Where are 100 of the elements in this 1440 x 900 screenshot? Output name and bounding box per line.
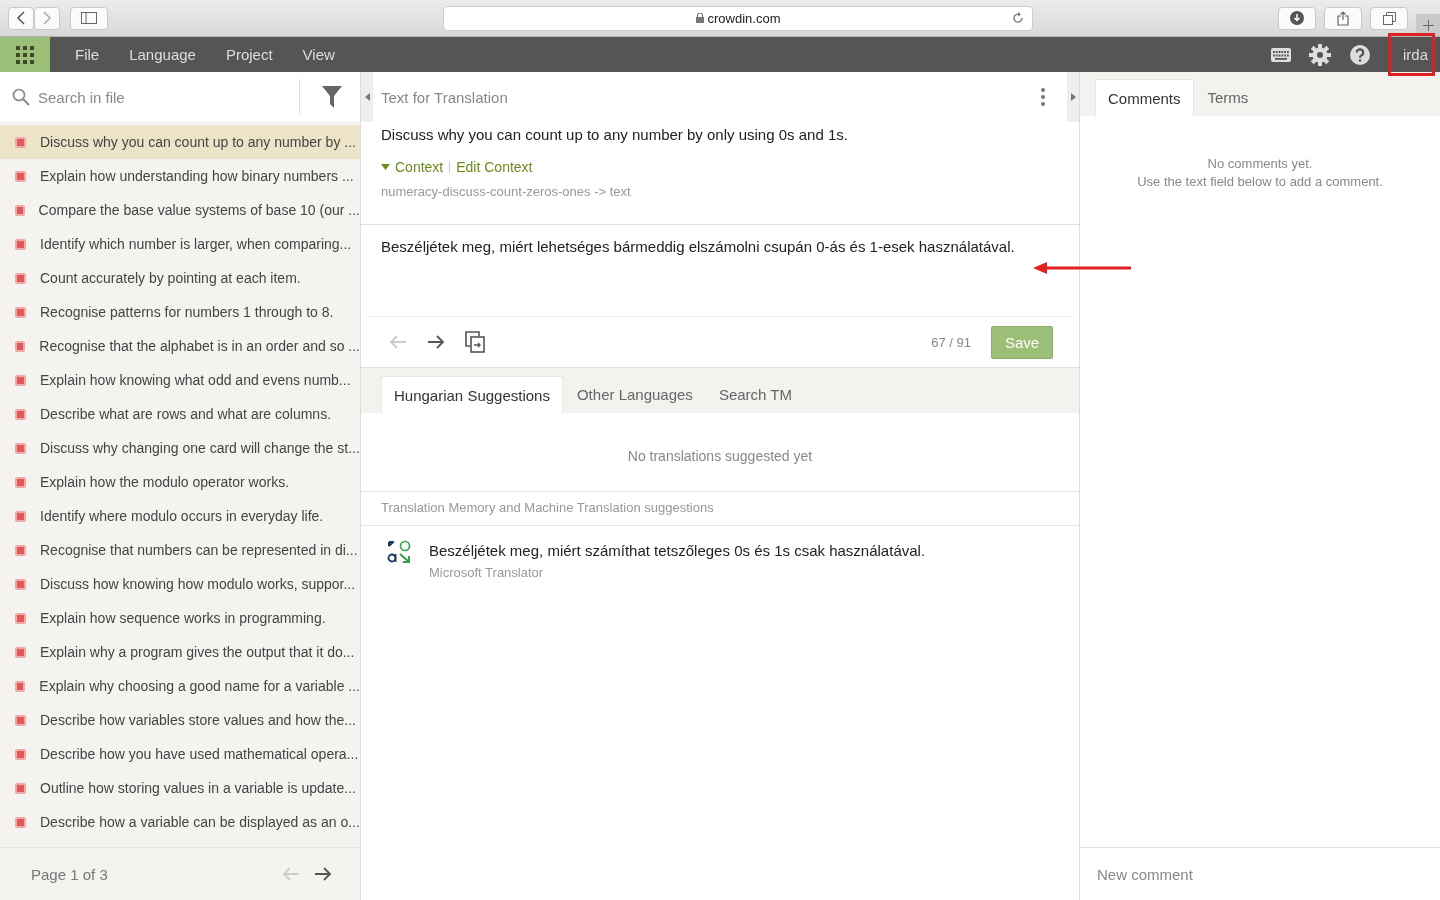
untranslated-status-icon [15,714,26,726]
untranslated-status-icon [15,544,26,556]
next-page-icon[interactable] [314,867,332,881]
address-text: crowdin.com [695,10,781,26]
menu-item[interactable]: Project [210,37,288,72]
edit-context-link[interactable]: Edit Context [456,159,533,175]
string-key: numeracy-discuss-count-zeros-ones -> text [381,184,1059,199]
reload-icon[interactable] [1012,11,1024,24]
apps-grid-button[interactable] [0,37,50,72]
grid-icon [16,45,34,64]
untranslated-status-icon [15,476,26,488]
collapse-left-handle[interactable] [361,72,373,122]
user-menu-button[interactable]: irda [1391,37,1440,72]
string-text: Discuss how knowing how modulo works, suppor... [40,576,356,592]
string-text: Describe how you have used mathematical opera... [40,746,359,762]
string-list-item[interactable]: Explain why a program gives the output that it do... [0,635,360,669]
page-indicator: Page 1 of 3 [31,865,108,883]
string-list-item[interactable]: Explain how knowing what odd and evens numb... [0,363,360,397]
untranslated-status-icon [15,816,26,828]
suggestion-text: Beszéljétek meg, miért számíthat tetszőleges 0s és 1s csak használatával. [429,542,926,559]
new-tab-button[interactable] [1416,14,1440,36]
string-text: Explain why a program gives the output that it do... [40,644,355,660]
tabs-icon [1382,11,1396,25]
keyboard-icon[interactable] [1271,47,1291,62]
triangle-right-icon [1070,93,1076,101]
panel-tab[interactable]: Terms [1195,79,1261,116]
download-button[interactable] [1278,6,1316,30]
untranslated-status-icon [15,272,26,284]
string-text: Outline how storing values in a variable is update... [40,780,356,796]
address-bar[interactable]: crowdin.com [443,5,1033,31]
string-list-item[interactable]: Describe how a variable can be displayed as an o... [0,805,360,839]
untranslated-status-icon [15,238,26,250]
tabs-button[interactable] [1370,6,1408,30]
lock-icon [695,13,704,23]
menu-item[interactable]: View [287,37,350,72]
string-text: Compare the base value systems of base 10 (our ... [38,202,360,218]
suggestion-tab[interactable]: Search TM [706,376,804,413]
next-string-icon[interactable] [427,335,445,349]
download-icon [1290,11,1304,25]
context-toggle[interactable]: Context [381,159,444,175]
empty-message: No comments yet. [1207,156,1313,171]
untranslated-status-icon [15,646,26,658]
string-text: Identify which number is larger, when comparing... [40,236,352,252]
suggestion-tab[interactable]: Other Languages [564,376,705,413]
string-text: Explain how sequence works in programming. [40,610,326,626]
help-icon[interactable] [1349,43,1371,66]
untranslated-status-icon [15,782,26,794]
copy-source-icon[interactable] [465,331,485,353]
string-text: Recognise that numbers can be represented in di... [40,542,358,558]
string-text: Discuss why changing one card will change the st... [40,440,360,456]
string-list-item[interactable]: Discuss how knowing how modulo works, suppor... [0,567,360,601]
string-list-item[interactable]: Identify where modulo occurs in everyday life. [0,499,360,533]
string-text: Describe how variables store values and how the... [40,712,356,728]
string-list-item[interactable]: Compare the base value systems of base 10 (our ... [0,193,360,227]
string-list-item[interactable]: Recognise that numbers can be represented in di... [0,533,360,567]
untranslated-status-icon [15,340,26,352]
settings-icon[interactable] [1309,43,1331,66]
untranslated-status-icon [15,510,26,522]
source-text: Discuss why you can count up to any number by only using 0s and 1s. [381,126,849,143]
collapse-right-handle[interactable] [1067,72,1079,122]
string-list-item[interactable]: Recognise patterns for numbers 1 through to 8. [0,295,360,329]
string-list-item[interactable]: Count accurately by pointing at each item. [0,261,360,295]
untranslated-status-icon [15,374,26,386]
string-text: Explain how the modulo operator works. [40,474,290,490]
string-list-item[interactable]: Describe how variables store values and how the... [0,703,360,737]
panel-tab[interactable]: Comments [1095,79,1194,116]
more-options-icon[interactable] [1041,88,1045,106]
string-list-item[interactable]: Explain how understanding how binary numbers ... [0,159,360,193]
string-list-item[interactable]: Identify which number is larger, when comparing... [0,227,360,261]
suggestion-tab[interactable]: Hungarian Suggestions [381,376,563,413]
string-text: Explain why choosing a good name for a variable ... [39,678,360,694]
string-list-item[interactable]: Describe how you have used mathematical opera... [0,737,360,771]
empty-message: No translations suggested yet [361,413,1079,492]
untranslated-status-icon [15,442,26,454]
untranslated-status-icon [15,408,26,420]
string-text: Recognise that the alphabet is in an order and so ... [39,338,360,354]
string-list-item[interactable]: Describe what are rows and what are columns. [0,397,360,431]
share-button[interactable] [1324,6,1362,30]
string-list-item[interactable]: Outline how storing values in a variable is update... [0,771,360,805]
back-chevron-icon [16,11,26,25]
string-text: Recognise patterns for numbers 1 through to 8. [40,304,334,320]
search-icon [12,88,30,106]
menu-item[interactable]: File [60,37,115,72]
tm-suggestion[interactable]: Beszéljétek meg, miért számíthat tetszőleges 0s és 1s csak használatával. Microsoft Translator [361,526,1079,580]
string-list-item[interactable]: Explain why choosing a good name for a variable ... [0,669,360,703]
back-button[interactable] [8,6,34,30]
filter-icon[interactable] [322,86,342,108]
string-list-item[interactable]: Discuss why changing one card will change the st... [0,431,360,465]
string-text: Count accurately by pointing at each item. [40,270,301,286]
string-list-item[interactable]: Discuss why you can count up to any number by ... [0,125,360,159]
empty-message: Use the text field below to add a comment. [1137,174,1383,189]
untranslated-status-icon [15,680,26,692]
string-list-item[interactable]: Recognise that the alphabet is in an order and so ... [0,329,360,363]
string-list-item[interactable]: Explain how the modulo operator works. [0,465,360,499]
translator-icon [387,540,411,564]
string-list-item[interactable]: Explain how sequence works in programming. [0,601,360,635]
string-text: Discuss why you can count up to any number by ... [40,134,356,150]
string-text: Explain how knowing what odd and evens numb... [40,372,351,388]
sidebar-toggle-button[interactable] [70,6,108,30]
menu-item[interactable]: Language [114,37,211,72]
